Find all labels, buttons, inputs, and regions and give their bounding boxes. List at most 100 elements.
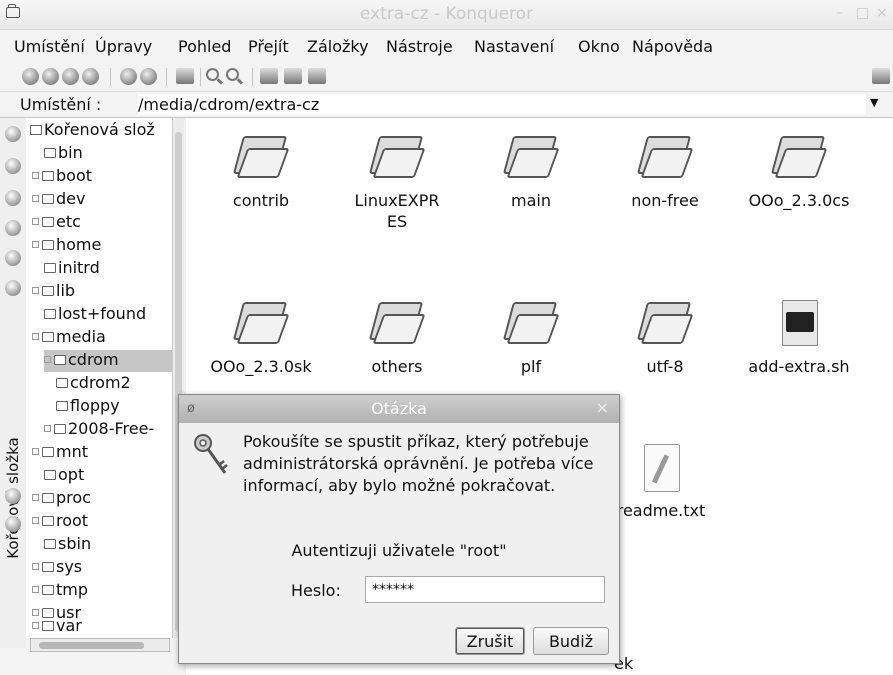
tree-item[interactable]: media: [32, 327, 106, 349]
menu-okno[interactable]: Okno: [578, 37, 620, 56]
expand-icon[interactable]: [32, 563, 39, 570]
expand-icon[interactable]: [32, 609, 39, 616]
tree-item[interactable]: sys: [32, 557, 82, 579]
expand-icon[interactable]: [32, 622, 39, 629]
menu-prejit[interactable]: Přejít: [248, 37, 289, 56]
tree-item[interactable]: root: [32, 511, 88, 533]
file-item-script[interactable]: add-extra.sh: [734, 298, 864, 377]
detail-view-icon[interactable]: [284, 68, 302, 84]
scrollbar-thumb[interactable]: [39, 642, 144, 649]
expand-icon[interactable]: [32, 287, 39, 294]
folder-icon: [42, 562, 54, 572]
activity-icon: [872, 68, 890, 84]
folder-icon: [368, 132, 426, 184]
tree-item[interactable]: sbin: [44, 534, 91, 556]
home-icon[interactable]: [82, 68, 99, 85]
ok-button[interactable]: Budiž: [533, 627, 609, 655]
file-item-folder[interactable]: contrib: [196, 132, 326, 211]
file-item-folder[interactable]: OOo_2.3.0sk: [196, 298, 326, 377]
forward-icon[interactable]: [42, 68, 59, 85]
file-item-folder[interactable]: plf: [466, 298, 596, 377]
sidebar-tab-settings-icon[interactable]: [5, 516, 21, 532]
tree-item[interactable]: lib: [32, 281, 75, 303]
tree-item-root[interactable]: Kořenová slož: [30, 120, 155, 142]
expand-icon[interactable]: [32, 448, 39, 455]
expand-icon[interactable]: [44, 356, 51, 363]
dialog-title: Otázka: [371, 399, 427, 418]
cancel-button[interactable]: Zrušit: [455, 627, 525, 655]
menu-nastroje[interactable]: Nástroje: [386, 37, 453, 56]
back-icon[interactable]: [22, 68, 39, 85]
sidebar-tab-services-icon[interactable]: [5, 280, 21, 296]
folder-icon: [770, 132, 828, 184]
expand-icon[interactable]: [32, 494, 39, 501]
tree-item[interactable]: boot: [32, 166, 92, 188]
tree-item[interactable]: bin: [44, 143, 83, 165]
menu-umisteni[interactable]: Umístění: [14, 37, 85, 56]
folder-icon: [42, 447, 54, 457]
tree-item[interactable]: tmp: [32, 580, 88, 602]
up-icon[interactable]: [62, 68, 79, 85]
tree-item[interactable]: var: [32, 616, 82, 638]
folder-icon: [30, 125, 42, 135]
expand-icon[interactable]: [32, 195, 39, 202]
sidebar-tab-history-icon[interactable]: [5, 190, 21, 206]
sidebar-tab-devices-icon[interactable]: [5, 488, 21, 504]
close-window-icon[interactable]: ×: [876, 5, 888, 21]
sidebar-tab-home-icon[interactable]: [5, 220, 21, 236]
location-input[interactable]: [138, 94, 866, 115]
expand-icon[interactable]: [32, 218, 39, 225]
tree-item[interactable]: dev: [32, 189, 85, 211]
tree-item[interactable]: home: [32, 235, 101, 257]
file-item-folder[interactable]: utf-8: [600, 298, 730, 377]
tree-item[interactable]: etc: [32, 212, 81, 234]
menu-napoveda[interactable]: Nápověda: [632, 37, 713, 56]
expand-icon[interactable]: [32, 586, 39, 593]
tree-item[interactable]: mnt: [32, 442, 88, 464]
tree-item[interactable]: proc: [32, 488, 91, 510]
tree-item[interactable]: opt: [44, 465, 84, 487]
folder-icon: [56, 378, 68, 388]
tree-item[interactable]: cdrom2: [56, 373, 131, 395]
menu-zalozky[interactable]: Záložky: [307, 37, 369, 56]
menu-nastaveni[interactable]: Nastavení: [474, 37, 554, 56]
toolbar-separator: [252, 68, 253, 86]
tree-item[interactable]: 2008-Free-: [44, 419, 154, 441]
icon-view-icon[interactable]: [260, 68, 278, 84]
collapse-icon[interactable]: [32, 333, 39, 340]
tree-item-selected[interactable]: cdrom: [44, 350, 172, 372]
preview-view-icon[interactable]: [308, 68, 326, 84]
toolbar-separator: [200, 68, 201, 86]
sidebar-tab-network-icon[interactable]: [5, 126, 21, 142]
tree-item[interactable]: floppy: [56, 396, 120, 418]
tree-item[interactable]: lost+found: [44, 304, 146, 326]
sidebar-tab-media-icon[interactable]: [5, 250, 21, 266]
menu-pohled[interactable]: Pohled: [178, 37, 231, 56]
zoom-out-icon[interactable]: [226, 68, 239, 81]
tree-item[interactable]: initrd: [44, 258, 100, 280]
auth-user-text: Autentizuji uživatele "root": [291, 541, 507, 560]
tree-horizontal-scrollbar[interactable]: [30, 638, 170, 652]
expand-icon[interactable]: [32, 172, 39, 179]
location-dropdown-icon[interactable]: ▼: [870, 96, 878, 109]
dialog-close-icon[interactable]: ×: [596, 398, 609, 417]
password-field[interactable]: [365, 576, 605, 603]
file-item-folder[interactable]: OOo_2.3.0cs: [734, 132, 864, 211]
stop-icon[interactable]: [140, 68, 157, 85]
file-item-folder[interactable]: non-free: [600, 132, 730, 211]
shell-script-icon: [770, 298, 828, 350]
expand-icon[interactable]: [32, 241, 39, 248]
maximize-icon[interactable]: □: [856, 5, 869, 21]
sidebar-tab-bookmarks-icon[interactable]: [5, 158, 21, 174]
expand-icon[interactable]: [32, 517, 39, 524]
print-icon[interactable]: [176, 68, 194, 84]
menu-upravy[interactable]: Úpravy: [95, 37, 152, 56]
folder-icon: [54, 424, 66, 434]
file-item-folder[interactable]: LinuxEXPR ES: [332, 132, 462, 232]
file-item-folder[interactable]: others: [332, 298, 462, 377]
zoom-in-icon[interactable]: [206, 68, 219, 81]
reload-icon[interactable]: [120, 68, 137, 85]
expand-icon[interactable]: [44, 425, 51, 432]
minimize-icon[interactable]: –: [836, 5, 843, 21]
file-item-folder[interactable]: main: [466, 132, 596, 211]
